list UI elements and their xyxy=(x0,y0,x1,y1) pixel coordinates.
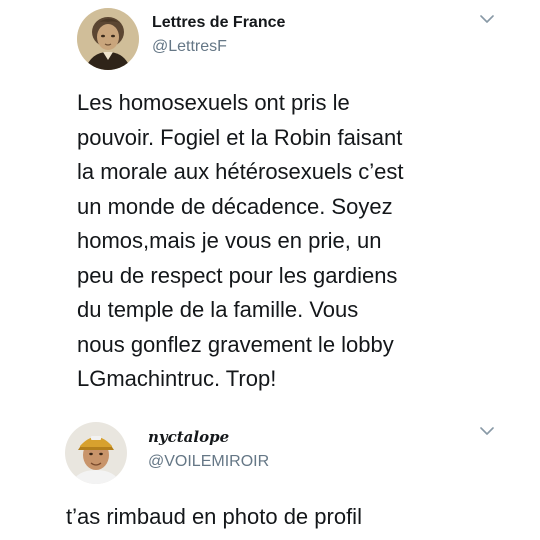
user-handle[interactable]: @VOILEMIROIR xyxy=(148,453,269,471)
tweet-text: t’as rimbaud en photo de profil xyxy=(66,504,362,529)
tweet[interactable]: nyctalope @VOILEMIROIR t’as rimbaud en p… xyxy=(0,408,540,540)
tweet[interactable]: Lettres de France @LettresF Les homosexu… xyxy=(0,0,540,408)
chevron-down-icon[interactable] xyxy=(480,14,494,24)
display-name[interactable]: Lettres de France xyxy=(152,14,285,32)
avatar[interactable] xyxy=(77,8,139,70)
display-name[interactable]: nyctalope xyxy=(148,428,229,446)
avatar[interactable] xyxy=(65,422,127,484)
man-with-cap-avatar-icon xyxy=(65,422,127,484)
tweet-text: Les homosexuels ont pris le pouvoir. Fog… xyxy=(77,90,404,391)
sepia-portrait-avatar-icon xyxy=(77,8,139,70)
chevron-down-icon[interactable] xyxy=(480,426,494,436)
user-handle[interactable]: @LettresF xyxy=(152,38,227,56)
